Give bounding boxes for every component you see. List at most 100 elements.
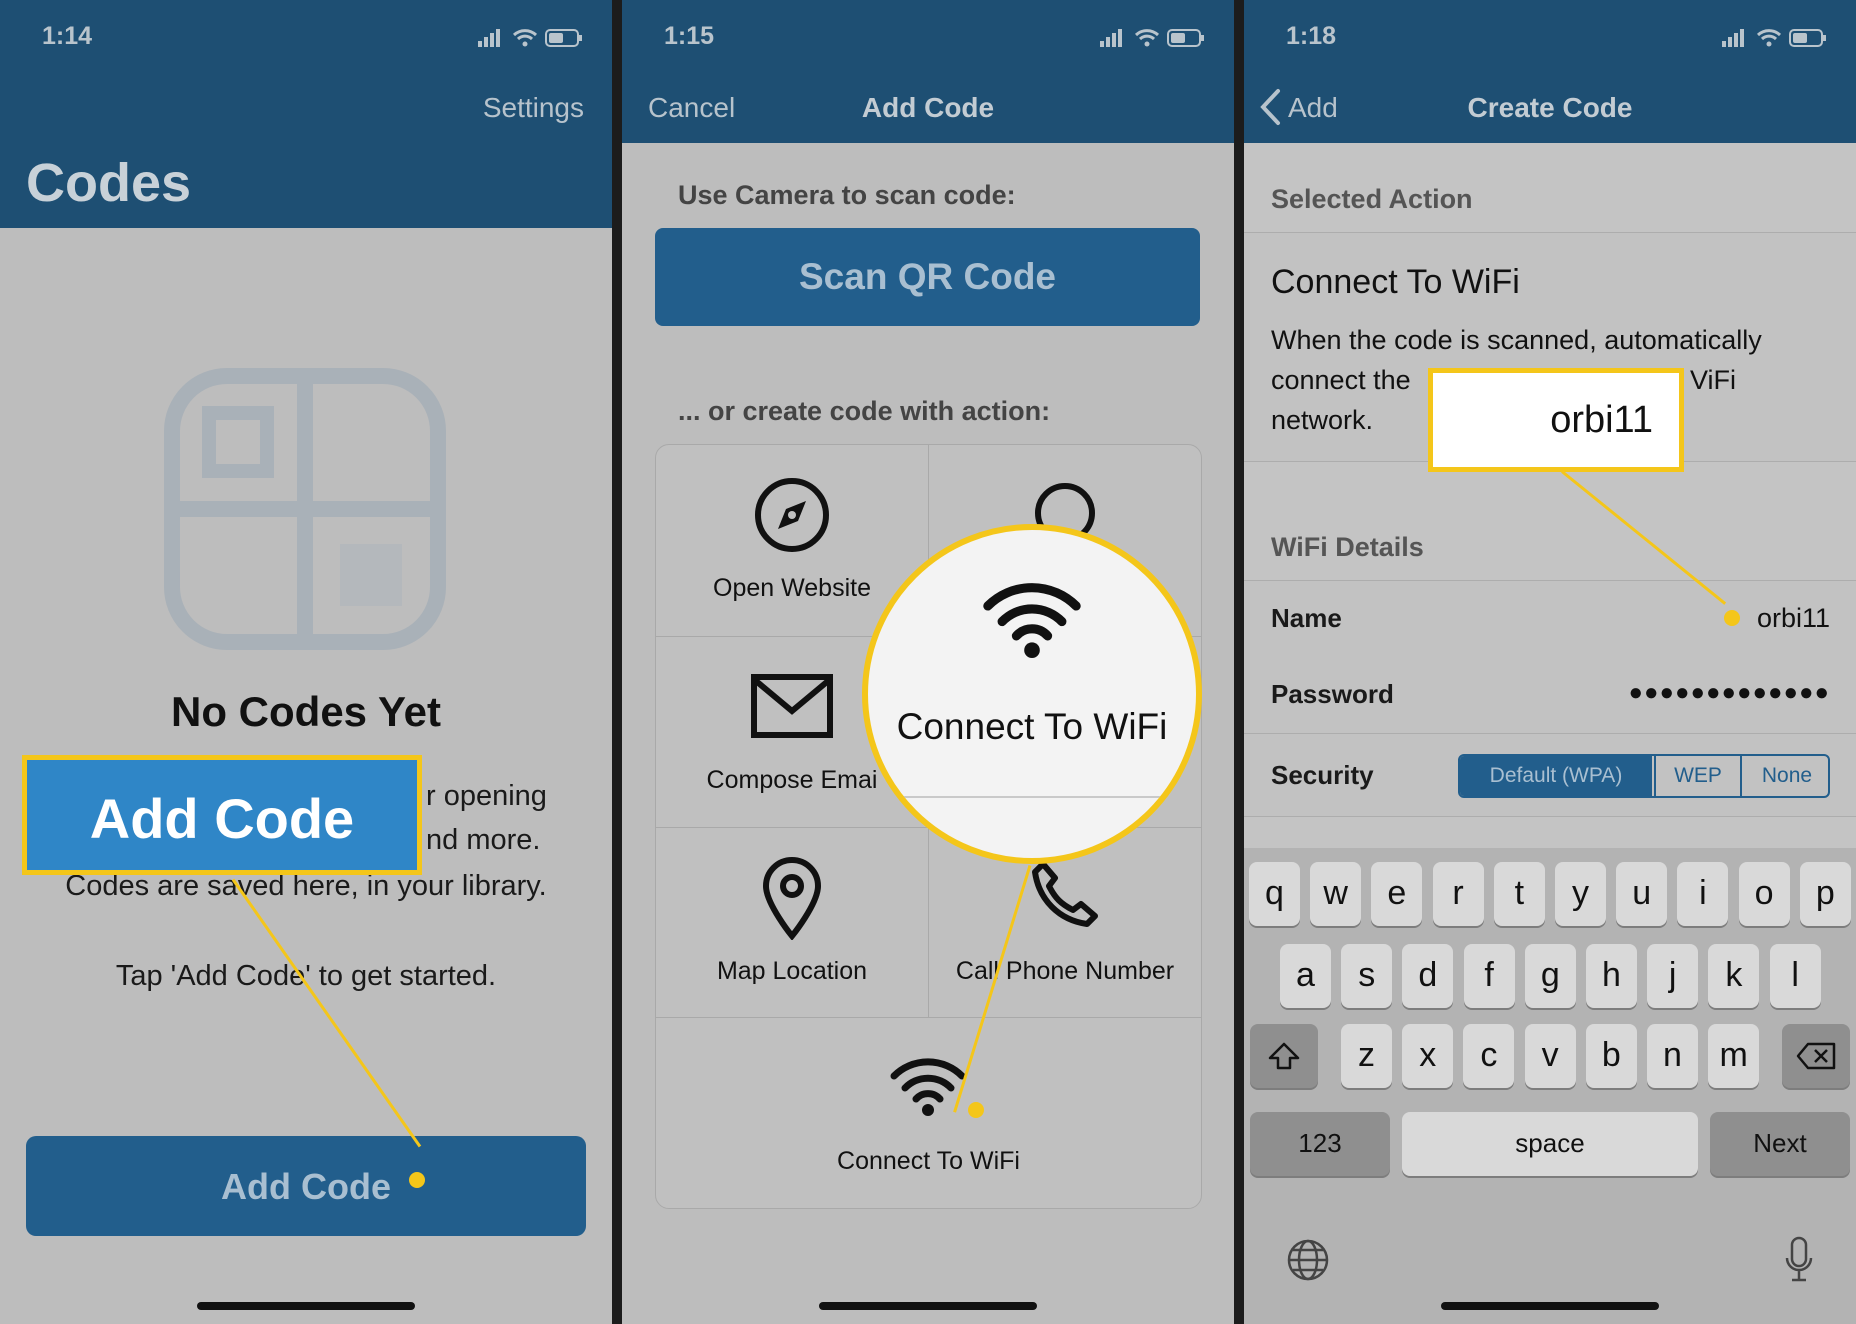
key-i[interactable]: i xyxy=(1677,862,1729,926)
key-a[interactable]: a xyxy=(1280,944,1331,1008)
key-x[interactable]: x xyxy=(1402,1024,1454,1088)
key-s[interactable]: s xyxy=(1341,944,1393,1008)
description-line-1: r opening xyxy=(426,780,547,812)
nav-title: Add Code xyxy=(861,92,995,123)
callout-text: Add Code xyxy=(89,787,355,850)
security-label: Security xyxy=(1271,760,1374,790)
status-bar: 1:18 xyxy=(1244,22,1856,52)
add-code-button-label: Add Code xyxy=(221,1166,391,1207)
name-row[interactable]: Name orbi11 xyxy=(1244,580,1856,658)
page-title: Codes xyxy=(26,153,192,213)
add-code-button[interactable]: Add Code xyxy=(26,1136,586,1236)
security-option-wep[interactable]: WEP xyxy=(1654,756,1740,796)
key-r[interactable]: r xyxy=(1432,862,1484,926)
security-row: Security Default (WPA) WEP None xyxy=(1244,734,1856,817)
name-value: orbi11 xyxy=(1756,603,1830,633)
globe-icon[interactable] xyxy=(1286,1238,1330,1282)
key-z[interactable]: z xyxy=(1341,1024,1392,1088)
empty-title: No Codes Yet xyxy=(171,688,441,735)
key-p[interactable]: p xyxy=(1799,862,1851,926)
callout-dot xyxy=(409,1172,425,1188)
key-u[interactable]: u xyxy=(1616,862,1668,926)
status-icons xyxy=(478,26,588,55)
key-h[interactable]: h xyxy=(1586,944,1637,1008)
phone-icon xyxy=(1032,861,1098,927)
envelope-icon xyxy=(751,674,833,738)
name-label: Name xyxy=(1271,603,1342,633)
delete-key[interactable] xyxy=(1782,1024,1850,1088)
status-bar: 1:14 xyxy=(0,22,612,52)
home-indicator xyxy=(197,1302,415,1310)
key-k[interactable]: k xyxy=(1708,944,1760,1008)
scan-qr-button-label: Scan QR Code xyxy=(799,256,1056,297)
action-label: Connect To WiFi xyxy=(837,1147,1020,1175)
phone-panel-add-code: 1:15 Cancel Add Code Use Camera to scan … xyxy=(622,0,1234,1324)
key-b[interactable]: b xyxy=(1585,1024,1637,1088)
key-y[interactable]: y xyxy=(1555,862,1606,926)
action-desc-line-3: network. xyxy=(1271,405,1374,435)
settings-button[interactable]: Settings xyxy=(483,92,584,124)
keyboard: qwertyuiop asdfghjkl zxcvbnm 123 space N… xyxy=(1244,848,1856,1324)
action-connect-wifi[interactable]: Connect To WiFi xyxy=(656,1018,1201,1208)
qr-placeholder-icon xyxy=(164,368,446,650)
wifi-details-header: WiFi Details xyxy=(1271,532,1424,562)
action-title: Connect To WiFi xyxy=(1271,263,1520,301)
key-v[interactable]: v xyxy=(1524,1024,1576,1088)
hint-text: Tap 'Add Code' to get started. xyxy=(115,960,497,992)
nav-header: 1:14 Settings Codes xyxy=(0,0,612,228)
scan-qr-button[interactable]: Scan QR Code xyxy=(655,228,1200,326)
selected-action-header: Selected Action xyxy=(1271,184,1473,214)
key-f[interactable]: f xyxy=(1463,944,1515,1008)
key-o[interactable]: o xyxy=(1738,862,1790,926)
nav-header: 1:15 Cancel Add Code xyxy=(622,0,1234,143)
microphone-icon[interactable] xyxy=(1784,1236,1814,1284)
compass-icon xyxy=(755,478,829,552)
backspace-icon xyxy=(1796,1042,1836,1070)
key-l[interactable]: l xyxy=(1769,944,1821,1008)
key-q[interactable]: q xyxy=(1249,862,1300,926)
home-indicator xyxy=(1441,1302,1659,1310)
next-key[interactable]: Next xyxy=(1710,1112,1850,1176)
key-e[interactable]: e xyxy=(1371,862,1423,926)
key-g[interactable]: g xyxy=(1524,944,1576,1008)
callout-dot xyxy=(968,1102,984,1118)
key-d[interactable]: d xyxy=(1402,944,1454,1008)
shift-icon xyxy=(1268,1042,1300,1070)
key-j[interactable]: j xyxy=(1647,944,1699,1008)
action-desc-line-2b: ViFi xyxy=(1690,365,1737,395)
create-label: ... or create code with action: xyxy=(678,396,1051,426)
security-option-wpa[interactable]: Default (WPA) xyxy=(1460,756,1652,796)
numbers-key[interactable]: 123 xyxy=(1250,1112,1390,1176)
status-bar: 1:15 xyxy=(622,22,1234,52)
camera-label: Use Camera to scan code: xyxy=(678,180,1016,210)
action-desc-line-1: When the code is scanned, automatically xyxy=(1271,325,1762,355)
nav-title: Create Code xyxy=(1467,92,1633,123)
description-line-2: nd more. xyxy=(426,824,541,856)
key-n[interactable]: n xyxy=(1647,1024,1698,1088)
action-desc-line-2a: connect the xyxy=(1271,365,1411,395)
action-label: Map Location xyxy=(716,957,868,985)
key-w[interactable]: w xyxy=(1310,862,1362,926)
security-option-none[interactable]: None xyxy=(1740,756,1828,796)
key-c[interactable]: c xyxy=(1463,1024,1515,1088)
panel-divider xyxy=(612,0,622,1324)
status-time: 1:15 xyxy=(664,22,715,50)
magnifier-label: Connect To WiFi xyxy=(896,706,1168,747)
callout-box: orbi11 xyxy=(1428,368,1684,472)
password-row[interactable]: Password ●●●●●●●●●●●●● xyxy=(1244,657,1856,734)
space-key[interactable]: space xyxy=(1402,1112,1698,1176)
shift-key[interactable] xyxy=(1250,1024,1318,1088)
status-time: 1:14 xyxy=(42,22,93,50)
phone-panel-create-code: 1:18 Add Create Code Selected Action Con… xyxy=(1244,0,1856,1324)
action-label: Call Phone Number xyxy=(955,957,1175,985)
key-m[interactable]: m xyxy=(1708,1024,1760,1088)
action-label: Open Website xyxy=(713,574,871,602)
status-time: 1:18 xyxy=(1286,22,1337,50)
wifi-icon xyxy=(983,583,1081,658)
action-map-location[interactable]: Map Location xyxy=(656,828,928,1019)
key-t[interactable]: t xyxy=(1493,862,1545,926)
callout-pointer xyxy=(231,878,422,1148)
password-value: ●●●●●●●●●●●●● xyxy=(1628,679,1830,706)
callout-dot xyxy=(1724,610,1740,626)
security-segmented-control: Default (WPA) WEP None xyxy=(1458,754,1830,798)
